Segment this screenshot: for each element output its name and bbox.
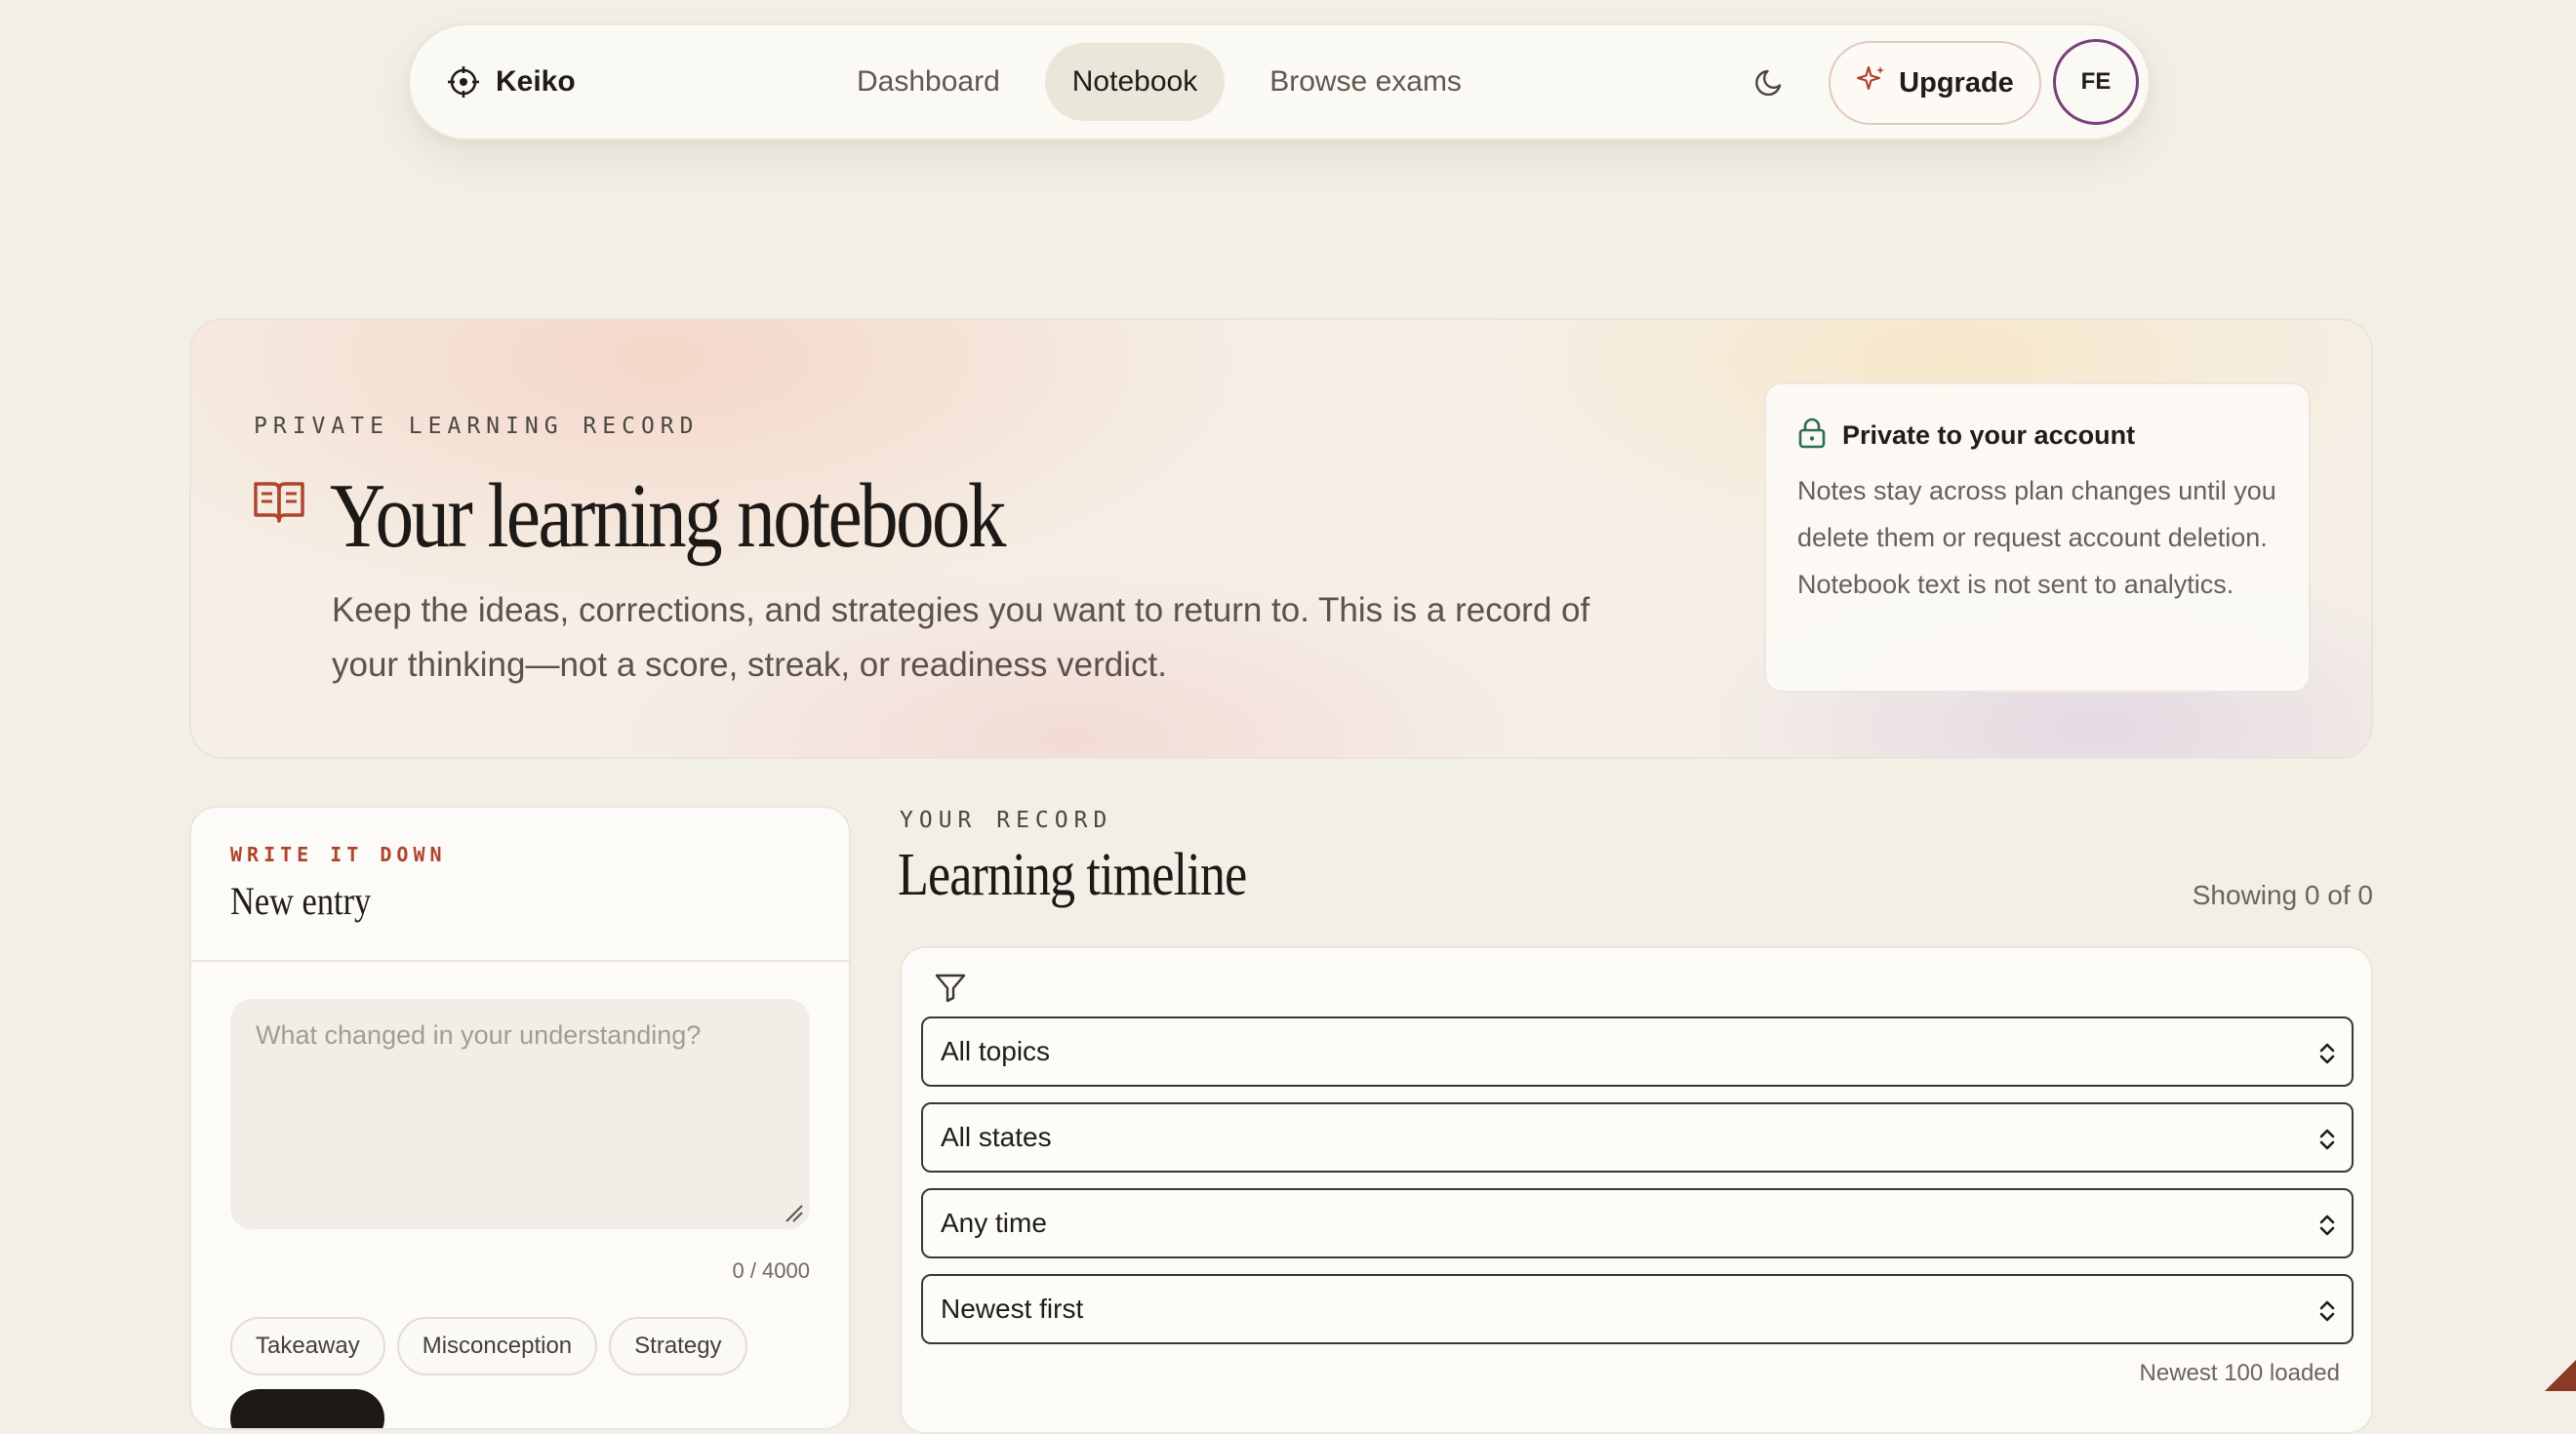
notebook-hero: PRIVATE LEARNING RECORD Your learning no… xyxy=(189,318,2373,759)
new-entry-title: New entry xyxy=(230,879,372,923)
chip-misconception[interactable]: Misconception xyxy=(396,1317,598,1375)
privacy-card-text: Notes stay across plan changes until you… xyxy=(1797,476,2276,599)
topic-select-value: All topics xyxy=(941,1036,1051,1066)
privacy-card-header: Private to your account xyxy=(1797,418,2277,454)
hero-eyebrow: PRIVATE LEARNING RECORD xyxy=(254,414,700,439)
state-select[interactable]: All states xyxy=(921,1102,2354,1173)
chevron-up-down-icon xyxy=(2316,1040,2338,1067)
loaded-note: Newest 100 loaded xyxy=(2139,1360,2340,1386)
chip-strategy[interactable]: Strategy xyxy=(609,1317,747,1375)
corner-decoration xyxy=(2537,1352,2576,1391)
sort-select[interactable]: Newest first xyxy=(921,1274,2354,1344)
timeline-filters: All topics All states Any time Newest fi… xyxy=(900,946,2373,1434)
sort-select-value: Newest first xyxy=(941,1294,1084,1324)
sparkle-icon xyxy=(1856,63,1887,102)
top-navigation: Keiko Dashboard Notebook Browse exams Up… xyxy=(408,23,2151,140)
moon-icon xyxy=(1753,63,1789,103)
selected-chip[interactable] xyxy=(230,1389,384,1428)
lock-icon xyxy=(1797,418,1827,454)
page-title: Your learning notebook xyxy=(330,465,1006,567)
theme-toggle-button[interactable] xyxy=(1747,59,1795,107)
new-entry-eyebrow: WRITE IT DOWN xyxy=(230,843,447,866)
privacy-card: Private to your account Notes stay acros… xyxy=(1764,382,2311,693)
filter-icon xyxy=(933,970,968,1005)
results-count: Showing 0 of 0 xyxy=(2192,880,2373,910)
privacy-card-title: Private to your account xyxy=(1842,420,2136,450)
brand-name: Keiko xyxy=(496,65,576,98)
user-avatar-button[interactable]: FE xyxy=(2053,39,2139,125)
time-select-value: Any time xyxy=(941,1208,1047,1238)
chevron-up-down-icon xyxy=(2316,1297,2338,1325)
open-book-icon xyxy=(252,474,306,529)
time-select[interactable]: Any time xyxy=(921,1188,2354,1258)
chevron-up-down-icon xyxy=(2316,1212,2338,1239)
upgrade-label: Upgrade xyxy=(1899,66,2014,99)
topic-select[interactable]: All topics xyxy=(921,1016,2354,1087)
nav-link-dashboard[interactable]: Dashboard xyxy=(829,43,1027,121)
resize-handle-icon[interactable] xyxy=(783,1202,804,1223)
timeline-eyebrow: YOUR RECORD xyxy=(900,808,1113,833)
entry-textarea[interactable] xyxy=(230,999,810,1229)
state-select-value: All states xyxy=(941,1122,1052,1152)
upgrade-button[interactable]: Upgrade xyxy=(1829,41,2041,125)
hero-description: Keep the ideas, corrections, and strateg… xyxy=(332,591,1590,684)
entry-type-chips: Takeaway Misconception Strategy xyxy=(230,1317,747,1375)
crosshair-icon xyxy=(447,65,480,99)
nav-link-notebook[interactable]: Notebook xyxy=(1044,43,1226,121)
chevron-up-down-icon xyxy=(2316,1126,2338,1153)
brand-home-link[interactable]: Keiko xyxy=(447,25,576,139)
new-entry-header: WRITE IT DOWN New entry xyxy=(191,808,849,962)
character-count: 0 / 4000 xyxy=(732,1258,810,1283)
nav-link-browse-exams[interactable]: Browse exams xyxy=(1242,43,1489,121)
chip-takeaway[interactable]: Takeaway xyxy=(230,1317,385,1375)
nav-links: Dashboard Notebook Browse exams xyxy=(829,43,1489,121)
timeline-title: Learning timeline xyxy=(898,842,1247,908)
new-entry-card: WRITE IT DOWN New entry 0 / 4000 Takeawa… xyxy=(189,806,851,1430)
